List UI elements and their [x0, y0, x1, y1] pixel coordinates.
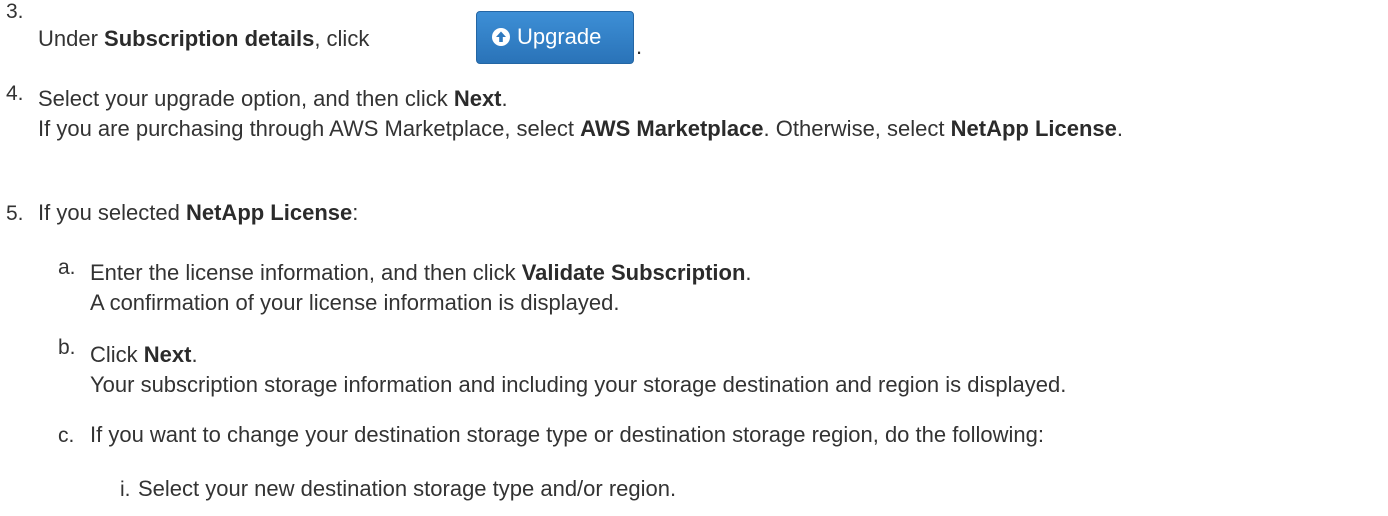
substep-a-line-2: A confirmation of your license informati…: [90, 290, 620, 315]
step-number: 4.: [6, 82, 24, 105]
substep-c-line-1: If you want to change your destination s…: [90, 422, 1044, 447]
upgrade-button[interactable]: Upgrade: [476, 11, 634, 64]
upgrade-button-label: Upgrade: [517, 24, 602, 49]
substep-a-line-1: Enter the license information, and then …: [90, 260, 752, 285]
step-4-paragraph: If you are purchasing through AWS Market…: [38, 116, 1124, 141]
subscription-details-term: Subscription details: [104, 26, 315, 51]
substep-b-line-1: Click Next.: [90, 342, 198, 367]
substep-letter: c.: [58, 424, 75, 447]
step-number: 5.: [6, 202, 24, 225]
substep-letter: b.: [58, 336, 76, 359]
substep-b-line-2: Your subscription storage information an…: [90, 372, 1067, 397]
substep-letter: a.: [58, 256, 76, 279]
step-5-text: If you selected NetApp License:: [38, 200, 359, 225]
step-3-period: .: [636, 34, 643, 59]
substep-numeral: i.: [120, 478, 131, 501]
substep-i-text: Select your new destination storage type…: [138, 476, 677, 501]
step-number: 3.: [6, 0, 24, 23]
step-3-text: Under Subscription details, click: [38, 26, 370, 51]
arrow-up-circle-icon: [492, 28, 510, 46]
step-4-line-1: Select your upgrade option, and then cli…: [38, 86, 508, 111]
